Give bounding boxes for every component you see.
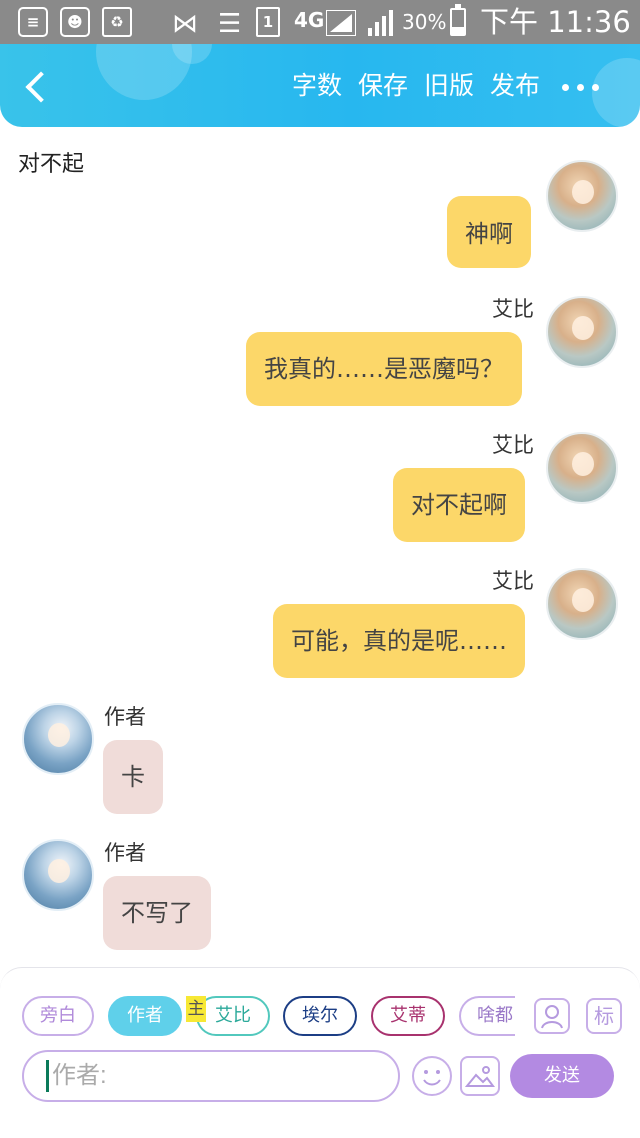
role-chip-narration[interactable]: 旁白 [22,996,94,1036]
sim-slot-label: 1 [262,13,274,31]
avatar-aibi[interactable] [546,568,618,640]
avatar-aibi[interactable] [546,296,618,368]
role-chip-other[interactable]: 啥都 [459,996,515,1036]
speaker-name: 作者 [104,705,146,729]
message-bubble[interactable]: 我真的……是恶魔吗？ [246,332,522,406]
wifi-icon: ☰ [218,9,242,39]
chapter-title[interactable]: 对不起 [18,150,84,180]
speaker-name: 作者 [104,841,146,865]
app-header: 字数 保存 旧版 发布 [0,44,640,127]
avatar-face [572,316,594,340]
back-button[interactable] [18,64,58,108]
word-count-button[interactable]: 字数 [292,66,342,106]
document-icon: ≡ [18,7,48,37]
battery-icon [450,4,466,36]
message-bubble[interactable]: 可能，真的是呢…… [273,604,525,678]
more-options-button[interactable] [562,82,602,94]
old-version-button[interactable]: 旧版 [424,66,474,106]
image-icon [464,1066,495,1087]
role-chip-author[interactable]: 作者 [108,996,182,1036]
text-cursor [46,1060,49,1092]
speaker-name: 艾比 [492,433,534,457]
dot-icon [562,84,569,91]
avatar-face [48,723,70,747]
role-chip-aibi[interactable]: 艾比 [196,996,270,1036]
person-icon [541,1005,563,1029]
network-type: 4G [294,8,325,32]
message-bubble[interactable]: 神啊 [447,196,531,268]
battery-fill [452,26,464,34]
avatar-face [572,452,594,476]
clock: 下午 11:36 [480,5,631,39]
status-bar: ≡ ☻ ♻ ⋈ ☰ 1 4G 30% 下午 11:36 [0,0,640,44]
dot-icon [577,84,584,91]
speaker-name: 艾比 [492,297,534,321]
message-bubble[interactable]: 卡 [103,740,163,814]
avatar-face [572,588,594,612]
avatar-aibi[interactable] [546,432,618,504]
send-button[interactable]: 发送 [510,1054,614,1098]
avatar-aibi[interactable] [546,160,618,232]
message-bubble[interactable]: 不写了 [103,876,211,950]
sim-slot-icon: 1 [256,7,280,37]
role-chip-aier[interactable]: 埃尔 [283,996,357,1036]
avatar-face [48,859,70,883]
message-input[interactable] [22,1050,400,1102]
mark-button[interactable]: 标 [586,998,622,1034]
avatar-face [572,180,594,204]
signal-bars-icon [368,10,393,36]
main-role-tag: 主 [186,996,206,1022]
avatar-author[interactable] [22,839,94,911]
paw-icon: ☻ [60,7,90,37]
emoji-button[interactable] [412,1056,452,1096]
message-bubble[interactable]: 对不起啊 [393,468,525,542]
recycle-icon: ♻ [102,7,132,37]
image-button[interactable] [460,1056,500,1096]
mute-icon: ⋈ [172,9,198,39]
publish-button[interactable]: 发布 [490,66,540,106]
dot-icon [592,84,599,91]
character-manager-button[interactable] [534,998,570,1034]
smiley-icon [423,1070,441,1086]
speaker-name: 艾比 [492,569,534,593]
save-button[interactable]: 保存 [358,66,408,106]
avatar-author[interactable] [22,703,94,775]
battery-percent: 30% [402,10,447,34]
role-chip-aidi[interactable]: 艾蒂 [371,996,445,1036]
signal-icon [326,10,356,36]
